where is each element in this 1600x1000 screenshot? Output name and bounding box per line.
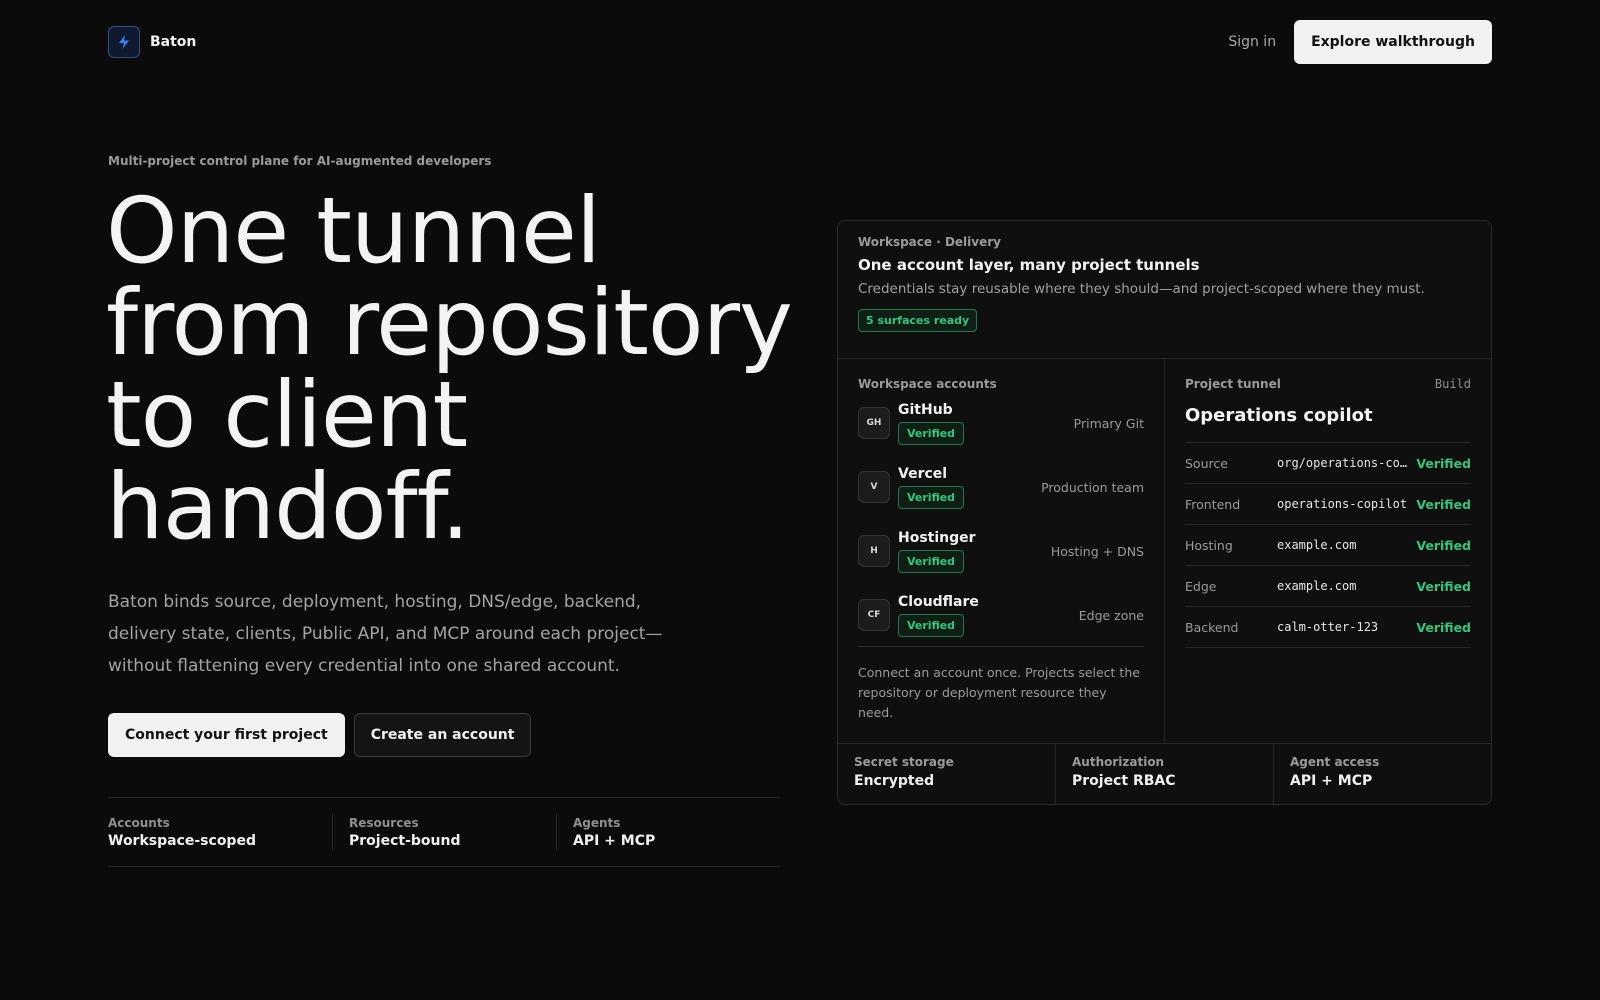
hero-title: One tunnel from repository to client han… xyxy=(106,179,793,560)
tunnel-row-status: Verified xyxy=(1416,537,1471,553)
stat-accounts: Accounts Workspace-scoped xyxy=(108,814,332,850)
tunnel-row-status: Verified xyxy=(1416,496,1471,512)
tunnel-row-status: Verified xyxy=(1416,619,1471,635)
tunnel-row-frontend[interactable]: Frontend operations-copilot Verified xyxy=(1185,484,1471,525)
footer-value: API + MCP xyxy=(1290,773,1373,789)
tunnel-row-key: Hosting xyxy=(1185,537,1233,553)
workspace-card: Workspace · Delivery One account layer, … xyxy=(837,220,1492,805)
header-nav: Sign in Explore walkthrough xyxy=(1228,20,1492,64)
footer-label: Authorization xyxy=(1072,755,1165,769)
tunnel-row-value: org/operations-co… xyxy=(1277,456,1408,470)
stat-label: Resources xyxy=(349,815,419,830)
tunnel-stage: Build xyxy=(1434,377,1471,391)
lightning-bolt-icon xyxy=(108,26,140,58)
tunnel-row-key: Frontend xyxy=(1185,496,1241,512)
stat-label: Agents xyxy=(573,815,621,830)
tunnel-row-hosting[interactable]: Hosting example.com Verified xyxy=(1185,525,1471,566)
verified-badge: Verified xyxy=(898,549,965,573)
tunnel-row-value: example.com xyxy=(1277,538,1357,552)
stat-agents: Agents API + MCP xyxy=(556,814,655,850)
surfaces-ready-badge: 5 surfaces ready xyxy=(858,309,978,332)
stat-resources: Resources Project-bound xyxy=(332,814,556,850)
verified-badge: Verified xyxy=(898,421,965,445)
footer-authorization: Authorization Project RBAC xyxy=(1055,744,1273,804)
tunnel-header: Project tunnel Build xyxy=(1185,377,1471,391)
hero-stats: Accounts Workspace-scoped Resources Proj… xyxy=(108,797,780,867)
tunnel-row-status: Verified xyxy=(1416,578,1471,594)
card-header: Workspace · Delivery One account layer, … xyxy=(838,221,1491,359)
footer-secret-storage: Secret storage Encrypted xyxy=(838,744,1055,804)
accounts-section-label: Workspace accounts xyxy=(858,377,997,391)
tunnel-row-status: Verified xyxy=(1416,455,1471,471)
verified-badge: Verified xyxy=(898,613,965,637)
hero-eyebrow: Multi-project control plane for AI-augme… xyxy=(108,154,492,168)
account-name: Cloudflare xyxy=(898,593,979,610)
tunnel-row-key: Backend xyxy=(1185,619,1239,635)
github-avatar: GH xyxy=(858,407,890,439)
tunnel-row-key: Edge xyxy=(1185,578,1217,594)
site-header: Baton Sign in Explore walkthrough xyxy=(108,20,1492,64)
footer-label: Secret storage xyxy=(854,755,954,769)
project-tunnel-panel: Project tunnel Build Operations copilot … xyxy=(1165,359,1491,743)
footer-value: Project RBAC xyxy=(1072,773,1176,789)
tunnel-row-key: Source xyxy=(1185,455,1228,471)
account-row-vercel[interactable]: V Vercel Verified Production team xyxy=(858,455,1144,519)
brand-name: Baton xyxy=(150,34,197,50)
account-role: Edge zone xyxy=(1078,607,1144,623)
hero-cta-row: Connect your first project Create an acc… xyxy=(108,713,532,757)
footer-value: Encrypted xyxy=(854,773,935,789)
account-row-cloudflare[interactable]: CF Cloudflare Verified Edge zone xyxy=(858,583,1144,647)
account-name: Hostinger xyxy=(898,529,976,546)
verified-badge: Verified xyxy=(898,485,965,509)
accounts-note: Connect an account once. Projects select… xyxy=(858,646,1144,723)
explore-walkthrough-button[interactable]: Explore walkthrough xyxy=(1294,20,1492,64)
account-name: Vercel xyxy=(898,465,948,482)
card-title: One account layer, many project tunnels xyxy=(858,256,1200,274)
tunnel-row-value: calm-otter-123 xyxy=(1277,620,1379,634)
tunnel-row-edge[interactable]: Edge example.com Verified xyxy=(1185,566,1471,607)
tunnel-title: Operations copilot xyxy=(1185,405,1471,443)
cloudflare-avatar: CF xyxy=(858,599,890,631)
card-subtitle: Credentials stay reusable where they sho… xyxy=(858,281,1425,297)
tunnel-section-label: Project tunnel xyxy=(1185,377,1281,391)
account-role: Primary Git xyxy=(1073,415,1144,431)
workspace-accounts-panel: Workspace accounts GH GitHub Verified Pr… xyxy=(838,359,1165,743)
brand[interactable]: Baton xyxy=(108,26,196,58)
account-role: Production team xyxy=(1041,479,1144,495)
account-name: GitHub xyxy=(898,401,953,418)
hostinger-avatar: H xyxy=(858,535,890,567)
tunnel-row-value: example.com xyxy=(1277,579,1357,593)
footer-agent-access: Agent access API + MCP xyxy=(1273,744,1491,804)
footer-label: Agent access xyxy=(1290,755,1380,769)
hero-description: Baton binds source, deployment, hosting,… xyxy=(108,592,663,676)
tunnel-row-value: operations-copilot xyxy=(1277,497,1408,511)
card-eyebrow: Workspace · Delivery xyxy=(858,235,1001,249)
stat-value: Project-bound xyxy=(349,832,461,849)
stat-label: Accounts xyxy=(108,815,170,830)
create-account-button[interactable]: Create an account xyxy=(353,713,532,757)
stat-value: API + MCP xyxy=(573,832,656,849)
connect-first-project-button[interactable]: Connect your first project xyxy=(108,713,345,757)
tunnel-row-backend[interactable]: Backend calm-otter-123 Verified xyxy=(1185,607,1471,648)
sign-in-link[interactable]: Sign in xyxy=(1228,34,1276,50)
tunnel-row-source[interactable]: Source org/operations-co… Verified xyxy=(1185,443,1471,484)
card-footer: Secret storage Encrypted Authorization P… xyxy=(838,744,1491,804)
vercel-avatar: V xyxy=(858,471,890,503)
account-role: Hosting + DNS xyxy=(1050,543,1144,559)
account-row-github[interactable]: GH GitHub Verified Primary Git xyxy=(858,391,1144,455)
stat-value: Workspace-scoped xyxy=(108,832,256,849)
account-row-hostinger[interactable]: H Hostinger Verified Hosting + DNS xyxy=(858,519,1144,583)
card-body: Workspace accounts GH GitHub Verified Pr… xyxy=(838,359,1491,744)
